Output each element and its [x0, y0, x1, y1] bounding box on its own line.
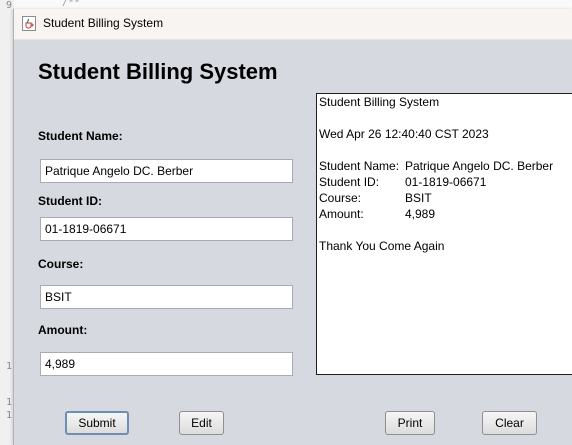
editor-code-fragment: /**: [62, 0, 81, 8]
receipt-row-label: Student Name:: [319, 159, 400, 173]
page-title: Student Billing System: [38, 59, 278, 84]
receipt-row-value: 01-1819-06671: [405, 175, 487, 189]
amount-field[interactable]: [40, 352, 293, 376]
editor-gutter: 9 1 1 1: [0, 0, 14, 445]
student-id-label: Student ID:: [38, 194, 102, 208]
submit-button[interactable]: Submit: [65, 411, 129, 435]
student-name-label: Student Name:: [38, 129, 123, 143]
receipt-row-label: Course:: [319, 191, 362, 205]
student-id-field[interactable]: [40, 217, 293, 241]
student-name-field[interactable]: [40, 159, 293, 183]
course-label: Course:: [38, 257, 84, 271]
clear-button[interactable]: Clear: [482, 411, 537, 435]
gutter-line-number: 1: [6, 361, 13, 372]
java-cup-icon: [22, 16, 36, 31]
receipt-row-label: Amount:: [319, 207, 364, 221]
receipt-datetime: Wed Apr 26 12:40:40 CST 2023: [319, 127, 489, 141]
receipt-row-label: Student ID:: [319, 175, 380, 189]
print-button[interactable]: Print: [385, 411, 435, 435]
receipt-row-value: 4,989: [405, 207, 436, 221]
edit-button[interactable]: Edit: [179, 411, 224, 435]
title-bar[interactable]: Student Billing System: [14, 9, 572, 40]
amount-label: Amount:: [38, 323, 88, 337]
app-window: Student Billing System Student Billing S…: [13, 9, 572, 445]
gutter-line-number: 9: [6, 0, 13, 11]
gutter-line-number: 1: [6, 397, 13, 408]
receipt-text-area[interactable]: Student Billing System Wed Apr 26 12:40:…: [316, 93, 572, 375]
window-title: Student Billing System: [43, 16, 164, 30]
receipt-row-value: BSIT: [405, 191, 432, 205]
gutter-line-number: 1: [6, 410, 13, 421]
receipt-footer: Thank You Come Again: [319, 239, 445, 253]
receipt-title: Student Billing System: [319, 95, 440, 109]
receipt-row-value: Patrique Angelo DC. Berber: [405, 159, 554, 173]
course-field[interactable]: [40, 285, 293, 309]
